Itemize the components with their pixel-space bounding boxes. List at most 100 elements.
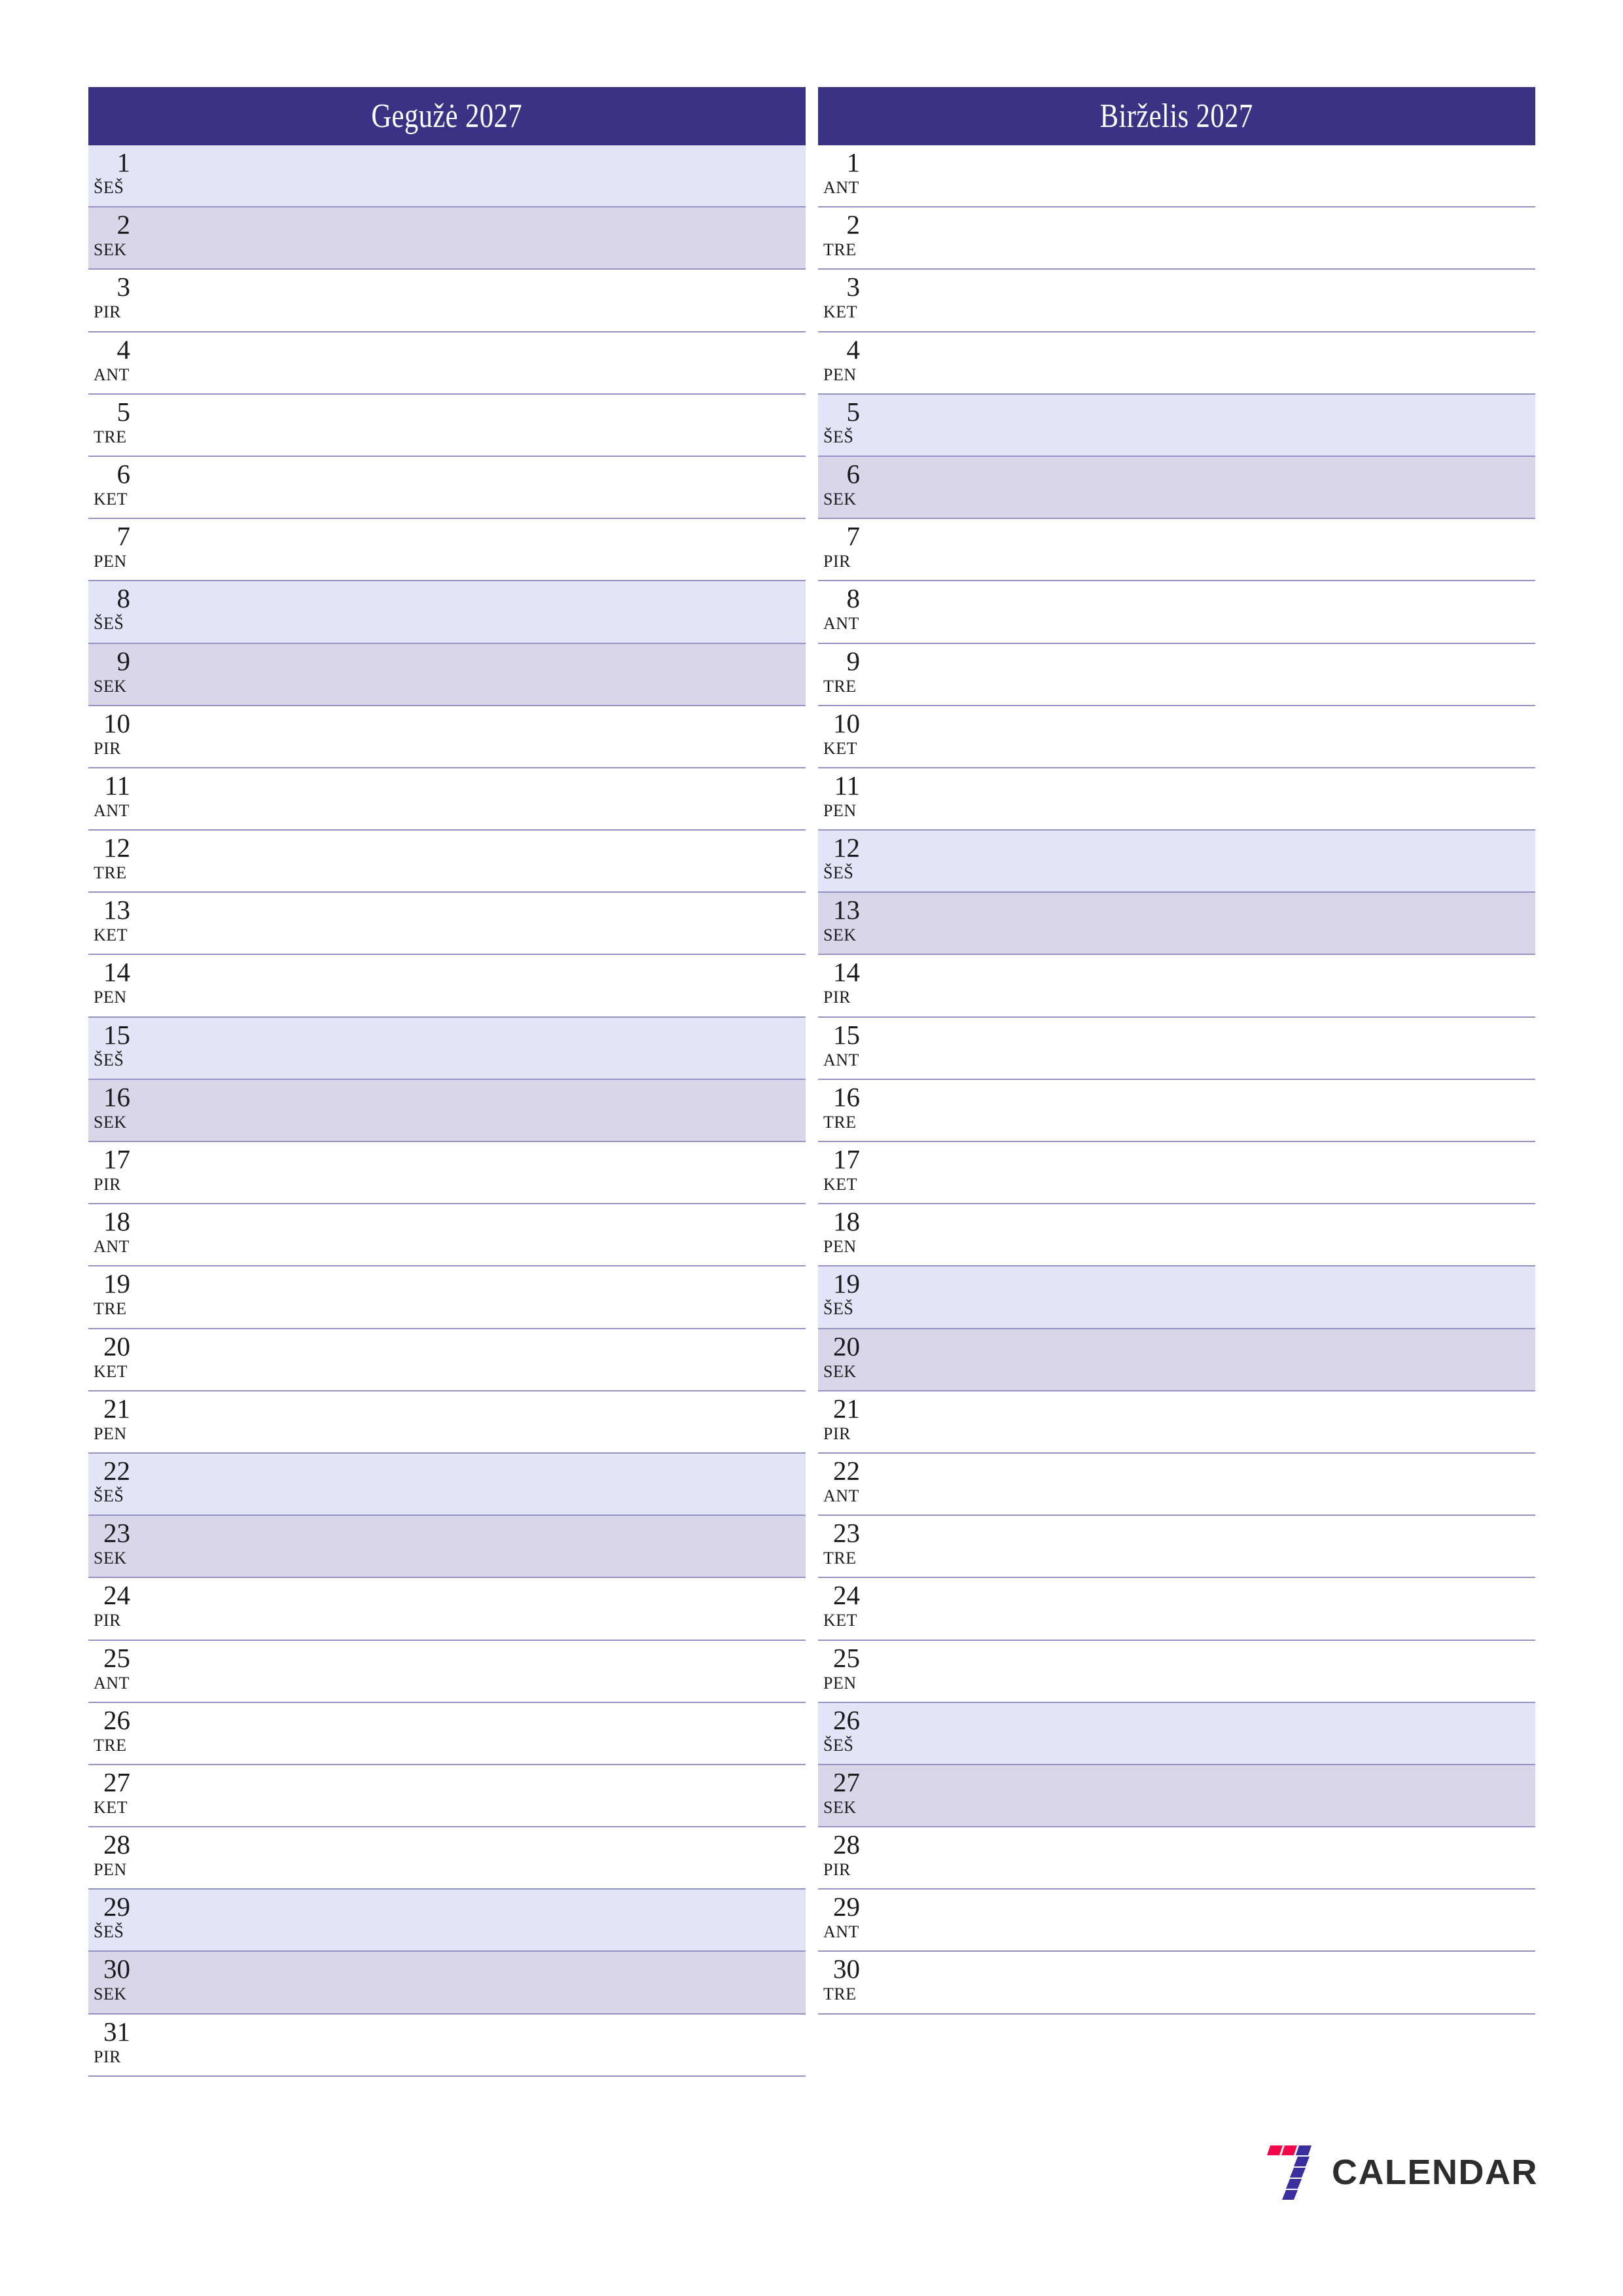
day-row[interactable]: 23 SEK	[88, 1516, 806, 1579]
day-row[interactable]: 3 PIR	[88, 270, 806, 332]
day-number: 18	[103, 1206, 130, 1237]
day-weekday-label: SEK	[94, 240, 127, 260]
day-row[interactable]: 2 TRE	[818, 207, 1535, 270]
day-number: 25	[833, 1642, 860, 1673]
day-row[interactable]: 27 KET	[88, 1765, 806, 1828]
day-row[interactable]: 26 TRE	[88, 1702, 806, 1765]
day-row[interactable]: 6 SEK	[818, 456, 1535, 520]
day-number: 25	[103, 1642, 130, 1673]
day-row[interactable]: 12 TRE	[88, 831, 806, 893]
day-number: 6	[116, 458, 131, 489]
day-row[interactable]: 4 PEN	[818, 332, 1535, 395]
day-row[interactable]: 4 ANT	[88, 332, 806, 395]
day-number: 13	[103, 895, 130, 925]
day-number: 14	[103, 957, 130, 988]
day-number: 23	[833, 1518, 860, 1549]
day-number: 10	[833, 708, 860, 738]
day-number: 11	[104, 770, 130, 800]
day-row[interactable]: 8 ANT	[818, 581, 1535, 644]
day-row[interactable]: 29 ŠEŠ	[88, 1890, 806, 1952]
day-row[interactable]: 5 ŠEŠ	[818, 394, 1535, 457]
day-row[interactable]: 7 PIR	[818, 519, 1535, 582]
day-row[interactable]: 14 PEN	[88, 955, 806, 1018]
day-number: 1	[116, 147, 131, 177]
day-row[interactable]: 6 KET	[88, 456, 806, 520]
day-row[interactable]: 3 KET	[818, 270, 1535, 332]
day-row[interactable]: 11 PEN	[818, 768, 1535, 831]
day-row[interactable]: 7 PEN	[88, 519, 806, 582]
day-row[interactable]: 24 PIR	[88, 1578, 806, 1641]
day-row[interactable]: 31 PIR	[88, 2014, 806, 2077]
day-row[interactable]: 9 SEK	[88, 643, 806, 706]
day-row[interactable]: 16 TRE	[818, 1079, 1535, 1142]
day-weekday-label: KET	[94, 925, 128, 945]
day-row[interactable]: 19 TRE	[88, 1266, 806, 1329]
day-number: 22	[103, 1455, 130, 1486]
day-row[interactable]: 18 ANT	[88, 1204, 806, 1267]
day-row[interactable]: 22 ANT	[818, 1453, 1535, 1516]
day-row[interactable]: 1 ANT	[818, 145, 1535, 208]
day-row[interactable]: 15 ANT	[818, 1017, 1535, 1080]
day-row[interactable]: 30 TRE	[818, 1952, 1535, 2015]
day-row[interactable]: 28 PIR	[818, 1827, 1535, 1890]
day-weekday-label: SEK	[94, 1984, 127, 2004]
day-row[interactable]: 21 PIR	[818, 1391, 1535, 1454]
day-row[interactable]: 17 KET	[818, 1142, 1535, 1205]
day-number: 15	[833, 1019, 860, 1050]
day-row[interactable]: 11 ANT	[88, 768, 806, 831]
day-row[interactable]: 18 PEN	[818, 1204, 1535, 1267]
day-weekday-label: TRE	[94, 427, 127, 446]
day-weekday-label: KET	[94, 489, 128, 509]
day-weekday-label: SEK	[823, 1797, 857, 1817]
day-row[interactable]: 19 ŠEŠ	[818, 1266, 1535, 1329]
day-row[interactable]: 22 ŠEŠ	[88, 1453, 806, 1516]
day-row[interactable]: 27 SEK	[818, 1765, 1535, 1828]
day-row[interactable]: 28 PEN	[88, 1827, 806, 1890]
day-row[interactable]: 25 ANT	[88, 1640, 806, 1703]
day-row[interactable]: 24 KET	[818, 1578, 1535, 1641]
day-number: 4	[116, 334, 131, 365]
planner-columns: Gegužė 2027 1 ŠEŠ 2 SEK 3 PIR 4 ANT 5 TRE 6 KET 7 PEN…	[88, 87, 1538, 2077]
day-row[interactable]: 30 SEK	[88, 1952, 806, 2015]
day-weekday-label: PIR	[823, 988, 851, 1007]
month-title-right: Birželis 2027	[1100, 97, 1253, 135]
day-row[interactable]: 13 KET	[88, 893, 806, 956]
day-row[interactable]: 29 ANT	[818, 1890, 1535, 1952]
day-number: 21	[833, 1393, 860, 1424]
day-row[interactable]: 25 PEN	[818, 1640, 1535, 1703]
day-row[interactable]: 9 TRE	[818, 643, 1535, 706]
day-row[interactable]: 20 SEK	[818, 1329, 1535, 1391]
day-weekday-label: ANT	[94, 800, 130, 820]
day-weekday-label: ŠEŠ	[823, 1299, 854, 1319]
day-weekday-label: PEN	[94, 988, 127, 1007]
day-weekday-label: ŠEŠ	[94, 1050, 124, 1069]
day-row[interactable]: 15 ŠEŠ	[88, 1017, 806, 1080]
day-row[interactable]: 20 KET	[88, 1329, 806, 1391]
day-number: 5	[116, 396, 131, 427]
day-weekday-label: TRE	[94, 863, 127, 883]
day-row[interactable]: 10 KET	[818, 706, 1535, 768]
day-weekday-label: PEN	[823, 800, 857, 820]
day-number: 2	[846, 209, 861, 240]
day-number: 30	[103, 1954, 130, 1984]
day-weekday-label: ANT	[94, 1237, 130, 1257]
day-row[interactable]: 5 TRE	[88, 394, 806, 457]
day-row[interactable]: 17 PIR	[88, 1142, 806, 1205]
day-row[interactable]: 13 SEK	[818, 893, 1535, 956]
day-row[interactable]: 8 ŠEŠ	[88, 581, 806, 644]
day-row[interactable]: 10 PIR	[88, 706, 806, 768]
day-row[interactable]: 21 PEN	[88, 1391, 806, 1454]
day-row[interactable]: 12 ŠEŠ	[818, 831, 1535, 893]
day-row[interactable]: 23 TRE	[818, 1516, 1535, 1579]
day-row[interactable]: 14 PIR	[818, 955, 1535, 1018]
day-row[interactable]: 1 ŠEŠ	[88, 145, 806, 208]
day-row[interactable]: 2 SEK	[88, 207, 806, 270]
day-number: 26	[103, 1704, 130, 1735]
day-row[interactable]: 26 ŠEŠ	[818, 1702, 1535, 1765]
day-number: 12	[833, 833, 860, 863]
day-weekday-label: ŠEŠ	[823, 863, 854, 883]
day-row[interactable]: 16 SEK	[88, 1079, 806, 1142]
day-weekday-label: PIR	[823, 1860, 851, 1880]
day-number: 11	[834, 770, 860, 800]
month-column-right: Birželis 2027 1 ANT 2 TRE 3 KET 4 PEN 5 ŠEŠ 6 SEK 7 P…	[818, 87, 1535, 2015]
